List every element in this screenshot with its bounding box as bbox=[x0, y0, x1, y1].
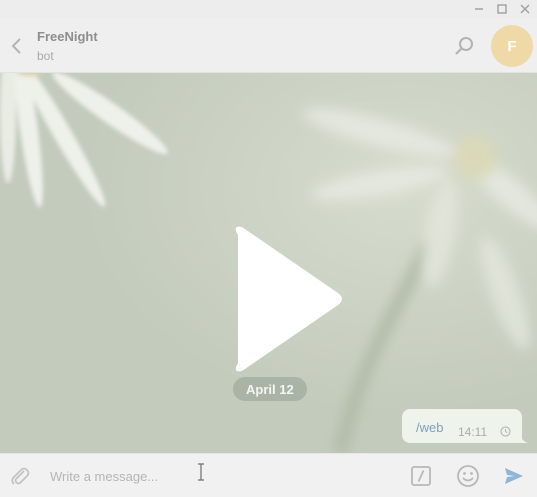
maximize-button[interactable] bbox=[491, 0, 513, 18]
bubble-tail bbox=[520, 435, 528, 443]
message-input[interactable] bbox=[44, 462, 394, 490]
paperclip-icon[interactable] bbox=[9, 465, 31, 487]
maximize-icon bbox=[497, 4, 507, 14]
text-cursor-icon bbox=[198, 463, 204, 481]
clock-icon bbox=[500, 426, 511, 437]
play-icon[interactable] bbox=[228, 221, 346, 377]
close-icon bbox=[520, 4, 530, 14]
chat-header: FreeNight bot F bbox=[0, 18, 537, 73]
search-icon[interactable] bbox=[453, 35, 475, 57]
minimize-button[interactable] bbox=[468, 0, 490, 18]
minimize-icon bbox=[475, 8, 483, 10]
title-bar bbox=[0, 0, 537, 18]
back-arrow-icon[interactable] bbox=[6, 35, 28, 57]
date-separator: April 12 bbox=[233, 377, 307, 401]
message-text[interactable]: /web bbox=[416, 420, 443, 435]
chat-area: April 12 /web 14:11 bbox=[0, 73, 537, 453]
avatar[interactable]: F bbox=[491, 25, 533, 67]
chat-title[interactable]: FreeNight bbox=[37, 29, 98, 44]
send-icon[interactable] bbox=[503, 465, 525, 487]
message-bubble[interactable]: /web 14:11 bbox=[402, 409, 528, 443]
chat-status: bot bbox=[37, 49, 54, 63]
message-time: 14:11 bbox=[458, 425, 488, 439]
close-button[interactable] bbox=[514, 0, 536, 18]
telegram-window: FreeNight bot F April 12 /web 14:11 Writ… bbox=[0, 0, 537, 497]
bot-commands-icon[interactable] bbox=[410, 465, 432, 487]
emoji-icon[interactable] bbox=[456, 464, 480, 488]
message-composer bbox=[0, 453, 537, 497]
